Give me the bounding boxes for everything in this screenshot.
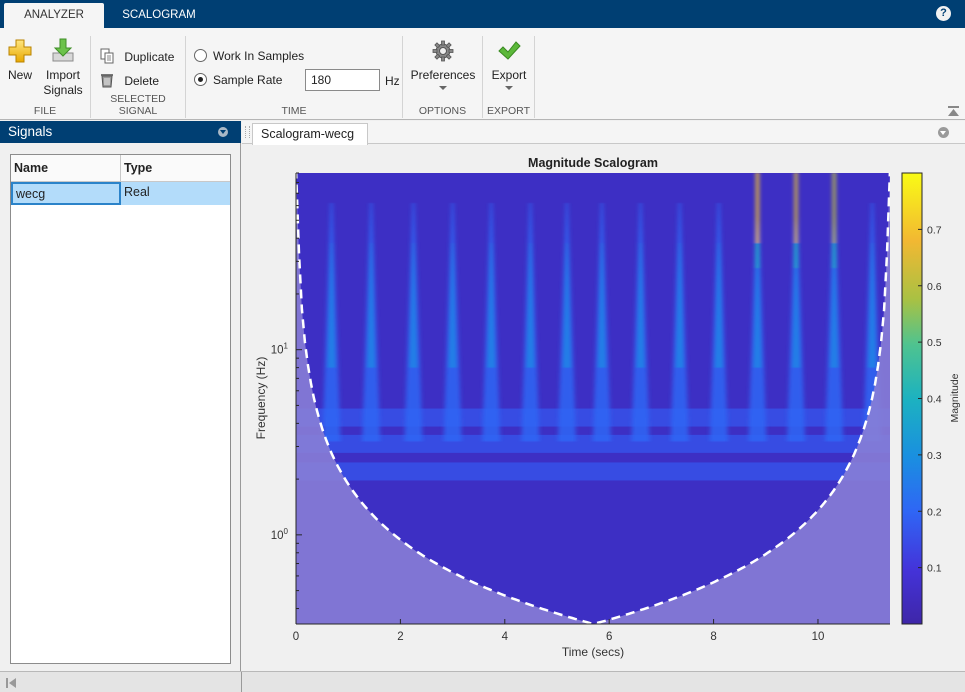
column-header-type[interactable]: Type [121, 155, 230, 182]
tab-analyzer[interactable]: ANALYZER [4, 3, 104, 28]
ribbon: New Import Signals FILE Duplicate Delete… [0, 28, 965, 120]
collapse-ribbon-icon[interactable] [948, 106, 959, 116]
preferences-button[interactable]: Preferences [407, 40, 479, 90]
duplicate-icon [100, 48, 114, 64]
help-icon[interactable]: ? [936, 6, 951, 21]
signals-panel-title: Signals [0, 121, 241, 143]
export-dropdown-icon [505, 86, 513, 90]
plus-icon [8, 39, 32, 63]
toolstrip-tabs: ANALYZER SCALOGRAM ? [0, 0, 965, 28]
checkmark-icon [498, 41, 521, 60]
export-section: Export EXPORT [483, 36, 535, 118]
trash-icon [101, 74, 113, 88]
time-section-label: TIME [281, 105, 307, 117]
export-button[interactable]: Export [485, 40, 533, 90]
signal-row-type[interactable]: Real [121, 182, 230, 205]
delete-button[interactable]: Delete [99, 72, 159, 89]
radio-unchecked-icon [194, 49, 207, 62]
sample-rate-label: Sample Rate [213, 73, 283, 87]
options-section: Preferences OPTIONS [403, 36, 483, 118]
export-label: Export [491, 68, 527, 82]
signals-table: Name Type wecg Real [10, 154, 231, 664]
delete-label: Delete [124, 74, 160, 88]
status-bar [0, 671, 965, 692]
collapse-panel-icon[interactable] [6, 678, 16, 688]
sample-rate-unit: Hz [385, 74, 400, 88]
panel-menu-icon[interactable] [218, 127, 228, 137]
signals-panel: Signals Name Type wecg Real [0, 121, 241, 671]
import-label-2: Signals [43, 83, 83, 97]
new-button[interactable]: New [2, 38, 38, 83]
import-icon [52, 38, 74, 62]
signal-analyzer-app: ANALYZER SCALOGRAM ? New Import Signals [0, 0, 965, 692]
document-tab-scalogram[interactable]: Scalogram-wecg [252, 123, 368, 145]
work-in-samples-label: Work In Samples [213, 49, 305, 63]
file-section: New Import Signals FILE [0, 36, 91, 118]
export-section-label: EXPORT [487, 105, 530, 117]
document-area: Scalogram-wecg [242, 121, 965, 671]
import-signals-button[interactable]: Import Signals [40, 38, 86, 98]
duplicate-button[interactable]: Duplicate [99, 48, 174, 65]
selected-signal-section: Duplicate Delete SELECTED SIGNAL [91, 36, 186, 118]
radio-checked-icon [194, 73, 207, 86]
sample-rate-input[interactable] [305, 69, 380, 91]
signal-row-name[interactable]: wecg [11, 182, 121, 205]
tab-scalogram[interactable]: SCALOGRAM [110, 3, 208, 28]
preferences-label: Preferences [410, 68, 476, 82]
signals-title-text: Signals [8, 124, 53, 139]
preferences-dropdown-icon [439, 86, 447, 90]
document-tabbar: Scalogram-wecg [242, 121, 965, 145]
column-header-name[interactable]: Name [11, 155, 121, 182]
import-label-1: Import [45, 68, 80, 82]
document-menu-icon[interactable] [938, 127, 949, 138]
options-section-label: OPTIONS [418, 105, 467, 117]
drag-grip-icon[interactable] [245, 126, 250, 138]
selected-signal-section-label: SELECTED SIGNAL [110, 93, 166, 117]
status-divider [241, 672, 242, 692]
new-label: New [7, 68, 32, 82]
file-section-label: FILE [33, 105, 57, 117]
duplicate-label: Duplicate [124, 50, 175, 64]
gear-icon [432, 40, 454, 62]
work-in-samples-radio[interactable]: Work In Samples [194, 48, 304, 64]
sample-rate-radio[interactable]: Sample Rate [194, 72, 282, 88]
